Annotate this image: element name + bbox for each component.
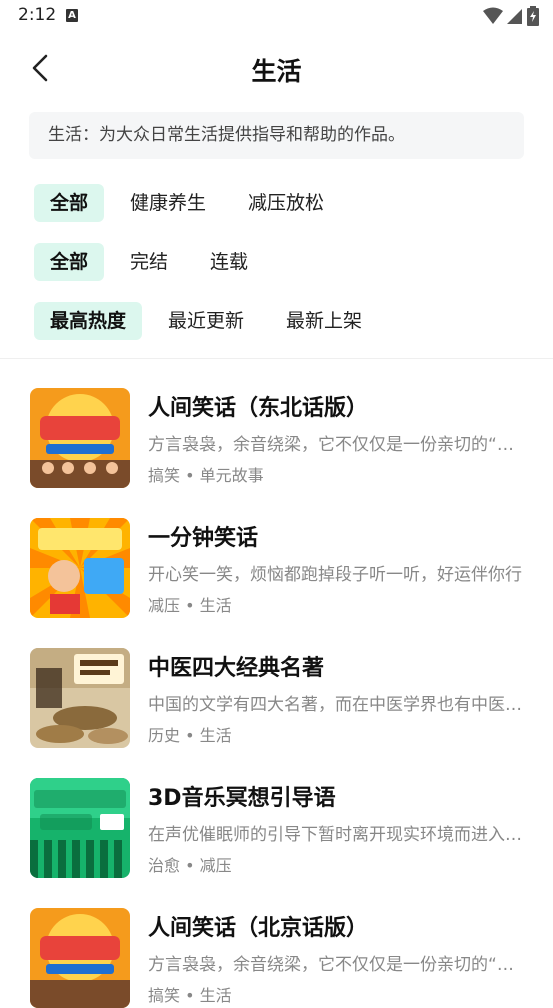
filter-status-serial[interactable]: 连载 — [194, 243, 264, 281]
cartoon-comedy-cover-icon — [30, 388, 130, 488]
item-title: 3D音乐冥想引导语 — [148, 786, 336, 811]
filter-status-all[interactable]: 全部 — [34, 243, 105, 281]
status-bar: 2:12 A — [0, 0, 553, 32]
category-filter-row: 全部 健康养生 减压放松 — [34, 184, 350, 222]
list-item[interactable]: 人间笑话（北京话版） 方言袅袅，余音绕梁，它不仅仅是一份亲切的“乡音” 搞笑 •… — [0, 908, 553, 1008]
green-field-cover-icon — [30, 778, 130, 878]
list-item[interactable]: 3D音乐冥想引导语 在声优催眠师的引导下暂时离开现实环境而进入冥想 治愈 • 减… — [0, 778, 553, 878]
cartoon-boy-cover-icon — [30, 518, 130, 618]
signal-icon — [507, 9, 522, 24]
sort-hottest[interactable]: 最高热度 — [34, 302, 143, 340]
list-item[interactable]: 一分钟笑话 开心笑一笑，烦恼都跑掉段子听一听，好运伴你行 减压 • 生活 — [0, 518, 553, 618]
item-tags: 减压 • 生活 — [148, 596, 232, 615]
sort-recently-updated[interactable]: 最近更新 — [152, 302, 260, 340]
cartoon-comedy-cover-icon — [30, 908, 130, 1008]
status-filter-row: 全部 完结 连载 — [34, 243, 274, 281]
item-description: 开心笑一笑，烦恼都跑掉段子听一听，好运伴你行 — [148, 565, 522, 585]
status-time: 2:12 — [18, 5, 57, 25]
filter-status-finished[interactable]: 完结 — [114, 243, 184, 281]
item-description: 方言袅袅，余音绕梁，它不仅仅是一份亲切的“乡音” — [148, 435, 523, 455]
medicine-books-cover-icon — [30, 648, 130, 748]
divider — [0, 358, 553, 359]
filter-category-health[interactable]: 健康养生 — [114, 184, 222, 222]
status-icons — [483, 6, 539, 26]
category-description: 生活：为大众日常生活提供指导和帮助的作品。 — [29, 112, 524, 159]
filter-category-all[interactable]: 全部 — [34, 184, 105, 222]
list-item[interactable]: 中医四大经典名著 中国的文学有四大名著，而在中医学界也有中医四大经典 历史 • … — [0, 648, 553, 748]
item-title: 中医四大经典名著 — [148, 656, 325, 681]
item-tags: 治愈 • 减压 — [148, 856, 232, 875]
item-title: 人间笑话（东北话版） — [148, 396, 369, 421]
item-description: 方言袅袅，余音绕梁，它不仅仅是一份亲切的“乡音” — [148, 955, 523, 975]
page-title: 生活 — [251, 57, 302, 86]
item-description: 在声优催眠师的引导下暂时离开现实环境而进入冥想 — [148, 825, 523, 845]
battery-icon — [527, 6, 539, 26]
notification-icon: A — [66, 9, 78, 22]
item-tags: 搞笑 • 单元故事 — [148, 466, 264, 485]
list-item[interactable]: 人间笑话（东北话版） 方言袅袅，余音绕梁，它不仅仅是一份亲切的“乡音” 搞笑 •… — [0, 388, 553, 488]
sort-newest[interactable]: 最新上架 — [270, 302, 378, 340]
item-title: 一分钟笑话 — [148, 526, 259, 551]
nav-bar: 生活 — [0, 40, 553, 96]
item-description: 中国的文学有四大名著，而在中医学界也有中医四大经典 — [148, 695, 523, 715]
item-tags: 历史 • 生活 — [148, 726, 232, 745]
sort-filter-row: 最高热度 最近更新 最新上架 — [34, 302, 388, 340]
item-tags: 搞笑 • 生活 — [148, 986, 232, 1005]
item-title: 人间笑话（北京话版） — [148, 916, 369, 941]
filter-category-relax[interactable]: 减压放松 — [232, 184, 340, 222]
wifi-icon — [483, 7, 503, 24]
